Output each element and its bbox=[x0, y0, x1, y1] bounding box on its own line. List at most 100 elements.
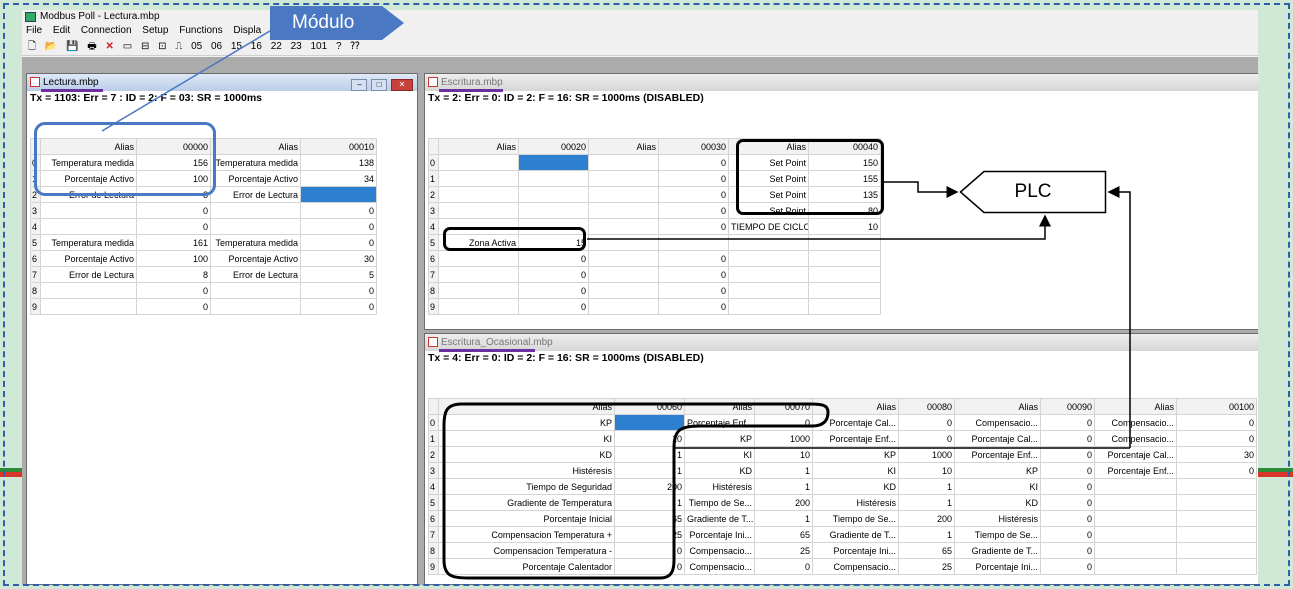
alias-cell[interactable]: KI bbox=[684, 446, 755, 463]
value-cell[interactable]: 0 bbox=[136, 218, 211, 235]
func-16-button[interactable]: 16 bbox=[251, 38, 262, 56]
delete-icon[interactable]: ✕ bbox=[106, 38, 114, 56]
value-cell[interactable]: 1 bbox=[898, 478, 955, 495]
escritura-window[interactable]: Escritura.mbp Tx = 2: Err = 0: ID = 2: F… bbox=[424, 73, 1258, 330]
value-cell[interactable]: 0 bbox=[1176, 414, 1257, 431]
table-row[interactable]: 8 0 0 bbox=[428, 282, 881, 299]
value-cell[interactable]: 0 bbox=[1040, 558, 1095, 575]
value-cell[interactable]: 0 bbox=[518, 250, 589, 267]
value-cell[interactable]: 138 bbox=[300, 154, 377, 171]
value-cell[interactable]: 1000 bbox=[898, 446, 955, 463]
alias-cell[interactable]: Porcentaje Cal... bbox=[954, 430, 1041, 447]
value-cell[interactable] bbox=[1176, 510, 1257, 527]
alias-cell[interactable]: Set Point bbox=[728, 170, 809, 187]
table-row[interactable]: 1 0 Set Point 155 bbox=[428, 170, 881, 187]
table-row[interactable]: 7 Error de Lectura 8 Error de Lectura 5 bbox=[30, 266, 377, 283]
alias-cell[interactable]: Porcentaje Activo bbox=[40, 170, 137, 187]
value-cell[interactable]: 25 bbox=[754, 542, 813, 559]
value-cell[interactable]: 155 bbox=[808, 170, 881, 187]
open-icon[interactable]: 📂 bbox=[45, 38, 57, 56]
value-cell[interactable]: 1 bbox=[754, 478, 813, 495]
alias-cell[interactable]: Histéresis bbox=[438, 462, 615, 479]
value-cell[interactable]: 0 bbox=[1040, 510, 1095, 527]
ocasional-register-table[interactable]: Alias 00060 Alias 00070 Alias 00080 Alias 00090… bbox=[428, 398, 1257, 575]
alias-cell[interactable] bbox=[438, 170, 519, 187]
table-row[interactable]: 4 Tiempo de Seguridad 200 Histéresis 1 KD 1 KI 0 bbox=[428, 478, 1257, 495]
alias-cell[interactable]: Tiempo de Se... bbox=[812, 510, 899, 527]
table-row[interactable]: 5 Temperatura medida 161 Temperatura medida… bbox=[30, 234, 377, 251]
alias-cell[interactable] bbox=[438, 218, 519, 235]
menu-file[interactable]: File bbox=[26, 25, 42, 36]
value-cell[interactable] bbox=[808, 250, 881, 267]
column-header[interactable]: 00000 bbox=[136, 138, 211, 155]
help-icon[interactable]: ? bbox=[336, 38, 342, 56]
value-cell[interactable]: 0 bbox=[300, 202, 377, 219]
column-header[interactable]: Alias bbox=[728, 138, 809, 155]
value-cell[interactable]: 1 bbox=[898, 526, 955, 543]
menu-setup[interactable]: Setup bbox=[142, 25, 168, 36]
alias-cell[interactable]: Compensacion Temperatura + bbox=[438, 526, 615, 543]
alias-cell[interactable]: KD bbox=[438, 446, 615, 463]
column-header[interactable]: 00060 bbox=[614, 398, 685, 415]
table-row[interactable]: 3 Histéresis 1 KD 1 KI 10 KP 0 Porcentaje Enf... 0 bbox=[428, 462, 1257, 479]
value-cell[interactable] bbox=[518, 154, 589, 171]
func-23-button[interactable]: 23 bbox=[291, 38, 302, 56]
alias-cell[interactable]: Porcentaje Activo bbox=[40, 250, 137, 267]
value-cell[interactable]: 1 bbox=[614, 494, 685, 511]
alias-cell[interactable] bbox=[588, 282, 659, 299]
table-row[interactable]: 7 Compensacion Temperatura +25 Porcentaje … bbox=[428, 526, 1257, 543]
alias-cell[interactable] bbox=[728, 234, 809, 251]
alias-cell[interactable] bbox=[210, 282, 301, 299]
alias-cell[interactable]: Porcentaje Enf... bbox=[954, 446, 1041, 463]
alias-cell[interactable]: Histéresis bbox=[954, 510, 1041, 527]
alias-cell[interactable] bbox=[40, 218, 137, 235]
alias-cell[interactable]: KI bbox=[954, 478, 1041, 495]
value-cell[interactable]: 1 bbox=[754, 462, 813, 479]
value-cell[interactable] bbox=[1176, 542, 1257, 559]
value-cell[interactable]: 0 bbox=[300, 218, 377, 235]
value-cell[interactable] bbox=[1176, 478, 1257, 495]
alias-cell[interactable] bbox=[438, 186, 519, 203]
alias-cell[interactable] bbox=[438, 250, 519, 267]
value-cell[interactable]: 1 bbox=[898, 494, 955, 511]
table-row[interactable]: 9 Porcentaje Calentador 0 Compensacio... 0 Co… bbox=[428, 558, 1257, 575]
alias-cell[interactable]: Compensacio... bbox=[1094, 414, 1177, 431]
value-cell[interactable]: 0 bbox=[518, 298, 589, 315]
column-header[interactable]: Alias bbox=[210, 138, 301, 155]
alias-cell[interactable]: Tiempo de Seguridad bbox=[438, 478, 615, 495]
value-cell[interactable]: 0 bbox=[1040, 430, 1095, 447]
menu-display[interactable]: Displa bbox=[233, 25, 261, 36]
value-cell[interactable]: 0 bbox=[754, 414, 813, 431]
table-row[interactable]: 5 Gradiente de Temperatura 1 Tiempo de Se..… bbox=[428, 494, 1257, 511]
alias-cell[interactable]: Porcentaje Inicial bbox=[438, 510, 615, 527]
value-cell[interactable]: 0 bbox=[658, 218, 729, 235]
alias-cell[interactable]: Set Point bbox=[728, 154, 809, 171]
column-header[interactable]: 00030 bbox=[658, 138, 729, 155]
value-cell[interactable] bbox=[808, 298, 881, 315]
alias-cell[interactable]: Porcentaje Enf... bbox=[1094, 462, 1177, 479]
pulse-icon[interactable]: ⎍ bbox=[175, 38, 182, 56]
value-cell[interactable]: 10 bbox=[808, 218, 881, 235]
value-cell[interactable] bbox=[518, 218, 589, 235]
alias-cell[interactable]: Compensacio... bbox=[1094, 430, 1177, 447]
table-row[interactable]: 6 Porcentaje Activo 100 Porcentaje Activo 30 bbox=[30, 250, 377, 267]
value-cell[interactable]: 1000 bbox=[754, 430, 813, 447]
value-cell[interactable]: 0 bbox=[754, 558, 813, 575]
column-header[interactable]: Alias bbox=[954, 398, 1041, 415]
alias-cell[interactable]: Compensacio... bbox=[954, 414, 1041, 431]
alias-cell[interactable]: KD bbox=[812, 478, 899, 495]
table-row[interactable]: 9 0 0 bbox=[428, 298, 881, 315]
table-row[interactable]: 2 0 Set Point 135 bbox=[428, 186, 881, 203]
table-row[interactable]: 8 Compensacion Temperatura -0 Compensacio.… bbox=[428, 542, 1257, 559]
alias-cell[interactable] bbox=[1094, 478, 1177, 495]
alias-cell[interactable]: Porcentaje Ini... bbox=[684, 526, 755, 543]
context-help-icon[interactable]: ⁇ bbox=[350, 38, 359, 56]
ocasional-window-title-bar[interactable]: Escritura_Ocasional.mbp bbox=[425, 334, 1258, 351]
value-cell[interactable]: 8 bbox=[136, 266, 211, 283]
table-row[interactable]: 4 0 TIEMPO DE CICLO 10 bbox=[428, 218, 881, 235]
value-cell[interactable]: 0 bbox=[658, 250, 729, 267]
alias-cell[interactable]: Gradiente de T... bbox=[812, 526, 899, 543]
table-row[interactable]: 1 Porcentaje Activo 100 Porcentaje Activo 34 bbox=[30, 170, 377, 187]
table-row[interactable]: 6 0 0 bbox=[428, 250, 881, 267]
column-header[interactable]: 00080 bbox=[898, 398, 955, 415]
